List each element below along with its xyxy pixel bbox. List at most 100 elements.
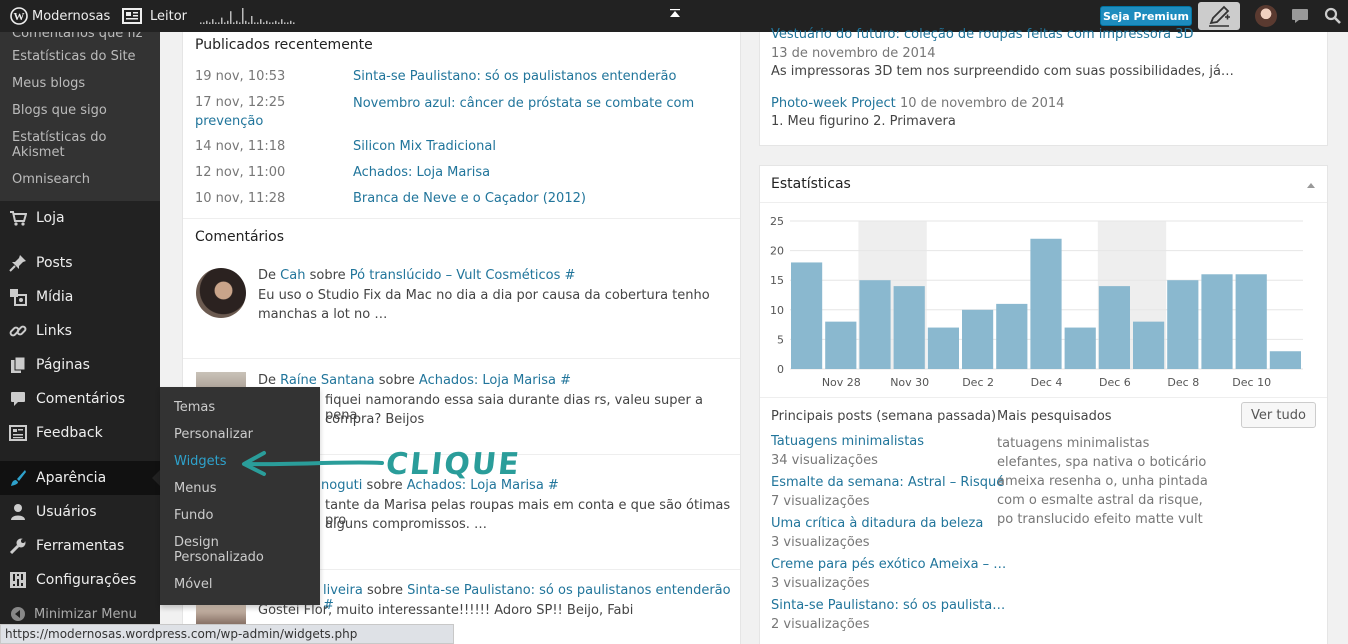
- chart-y-tick-label: 0: [777, 363, 784, 376]
- chart-bar: [1167, 280, 1199, 369]
- user-icon: [11, 504, 25, 520]
- sparkline-bar: [266, 20, 268, 24]
- menu-item-settings[interactable]: Configurações: [0, 563, 160, 597]
- menu-label: Usuários: [36, 504, 97, 520]
- recent-post-date: 12 nov, 11:00: [195, 165, 286, 180]
- collapse-arrow-icon[interactable]: [1306, 181, 1316, 189]
- recent-post-date: 10 nov, 11:28: [195, 191, 286, 206]
- menu-label: Aparência: [36, 470, 107, 486]
- flyout-item-themes[interactable]: Temas: [174, 400, 215, 415]
- post-link[interactable]: Vestuário do futuro: coleção de roupas f…: [771, 27, 1194, 42]
- comment-text: Gostei Flor, muito interessante!!!!!! Ad…: [258, 603, 634, 618]
- flyout-item-mobile[interactable]: Móvel: [174, 577, 212, 592]
- notifications-icon[interactable]: [1291, 8, 1309, 24]
- comments-title: Comentários: [195, 229, 285, 245]
- wrench-icon: [9, 538, 26, 555]
- submenu-item-akismet-stats[interactable]: Estatísticas do Akismet: [12, 130, 122, 160]
- stats-bar-chart[interactable]: 0 5 10 15 20 25 Nov 28 Nov 30 Dec 2 Dec 4 Dec 6 Dec…: [759, 207, 1328, 392]
- menu-label: Comentários: [36, 391, 126, 407]
- menu-label: Configurações: [36, 572, 137, 588]
- menu-item-links[interactable]: Links: [0, 314, 160, 348]
- comment-author-link[interactable]: Cah: [280, 268, 305, 283]
- top-post-views: 34 visualizações: [771, 453, 878, 468]
- submenu-item-followed-blogs[interactable]: Blogs que sigo: [12, 103, 152, 118]
- menu-item-users[interactable]: Usuários: [0, 495, 160, 529]
- recent-post-link[interactable]: Sinta-se Paulistano: só os paulistanos e…: [353, 69, 676, 84]
- menu-item-posts[interactable]: Posts: [0, 246, 160, 280]
- comment-post-link[interactable]: Achados: Loja Marisa #: [419, 373, 571, 388]
- chart-x-tick-label: Dec 4: [1031, 376, 1063, 389]
- search-icon[interactable]: [1324, 7, 1342, 25]
- menu-item-appearance[interactable]: Aparência: [0, 461, 160, 495]
- stats-sparkline[interactable]: [200, 8, 298, 24]
- premium-button[interactable]: Seja Premium: [1100, 6, 1192, 26]
- flyout-item-background[interactable]: Fundo: [174, 508, 213, 523]
- flyout-item-customize[interactable]: Personalizar: [174, 427, 253, 442]
- see-all-button[interactable]: Ver tudo: [1241, 402, 1316, 428]
- recent-post-date: 19 nov, 10:53: [195, 69, 286, 84]
- submenu-item-site-stats[interactable]: Estatísticas do Site: [12, 49, 152, 64]
- sparkline-bar: [224, 22, 226, 24]
- menu-item-feedback[interactable]: Feedback: [0, 416, 160, 450]
- flyout-item-menus[interactable]: Menus: [174, 481, 216, 496]
- sparkline-bar: [218, 22, 220, 24]
- comment-author-link[interactable]: noguti: [321, 478, 362, 493]
- chart-x-tick-label: Dec 8: [1167, 376, 1199, 389]
- brush-icon: [11, 470, 26, 486]
- comment-avatar: [196, 268, 246, 318]
- submenu-item-omnisearch[interactable]: Omnisearch: [12, 172, 152, 187]
- reader-menu[interactable]: Leitor: [122, 0, 187, 32]
- sparkline-bar: [239, 22, 241, 24]
- new-post-button[interactable]: [1198, 2, 1240, 30]
- recent-post-link[interactable]: Achados: Loja Marisa: [353, 165, 490, 180]
- divider: [183, 218, 740, 219]
- recent-post-link[interactable]: Branca de Neve e o Caçador (2012): [353, 191, 586, 206]
- chart-x-tick-label: Dec 10: [1232, 376, 1271, 389]
- comment-on: sobre: [309, 268, 346, 283]
- comment-meta: De Cah sobre Pó translúcido – Vult Cosmé…: [258, 268, 575, 283]
- top-post-link[interactable]: Creme para pés exótico Ameixa – …: [771, 557, 1006, 572]
- site-menu[interactable]: W Modernosas: [10, 0, 110, 32]
- flyout-item-custom-design[interactable]: Design Personalizado: [174, 535, 284, 565]
- jetpack-submenu: Comentários que fiz Estatísticas do Site…: [0, 32, 160, 201]
- sparkline-bar: [248, 22, 250, 24]
- post-link[interactable]: Photo-week Project: [771, 96, 896, 111]
- top-post-link[interactable]: Uma crítica à ditadura da beleza: [771, 516, 983, 531]
- top-post-link[interactable]: Tatuagens minimalistas: [771, 434, 924, 449]
- menu-label: Páginas: [36, 357, 90, 373]
- submenu-item-my-comments[interactable]: Comentários que fiz: [12, 32, 152, 41]
- top-post-link[interactable]: Sinta-se Paulistano: só os paulista…: [771, 598, 1005, 613]
- sparkline-bar: [215, 22, 217, 24]
- menu-item-media[interactable]: Mídia: [0, 280, 160, 314]
- flyout-item-widgets[interactable]: Widgets: [174, 454, 227, 469]
- user-avatar[interactable]: [1255, 5, 1277, 27]
- minimize-menu-button[interactable]: Minimizar Menu: [0, 602, 160, 626]
- sparkline-bar: [221, 17, 223, 24]
- comment-author-link[interactable]: Raíne Santana: [280, 373, 374, 388]
- sparkline-bar: [254, 22, 256, 24]
- comment-post-link[interactable]: Pó translúcido – Vult Cosméticos #: [350, 268, 576, 283]
- recent-post-link[interactable]: Novembro azul: câncer de próstata se com…: [195, 95, 695, 131]
- chart-bar: [927, 327, 959, 369]
- submenu-item-my-blogs[interactable]: Meus blogs: [12, 76, 152, 91]
- sparkline-bar: [251, 16, 253, 24]
- chart-bar: [859, 280, 891, 369]
- divider: [760, 202, 1327, 203]
- sparkline-bar: [203, 22, 205, 24]
- menu-label: Mídia: [36, 289, 74, 305]
- comment-author-link[interactable]: liveira: [323, 583, 363, 598]
- menu-item-loja[interactable]: Loja: [0, 201, 160, 235]
- chart-bar: [825, 321, 857, 369]
- caret-up-icon[interactable]: [669, 9, 681, 19]
- menu-item-tools[interactable]: Ferramentas: [0, 529, 160, 563]
- menu-label: Posts: [36, 255, 73, 271]
- menu-item-comments[interactable]: Comentários: [0, 382, 160, 416]
- status-bar-url: https://modernosas.wordpress.com/wp-admi…: [0, 624, 454, 644]
- recent-post-link[interactable]: Silicon Mix Tradicional: [353, 139, 496, 154]
- top-post-link[interactable]: Esmalte da semana: Astral – Risqué: [771, 475, 1004, 490]
- chart-y-tick-label: 5: [777, 333, 784, 346]
- post-excerpt: 1. Meu figurino 2. Primavera: [771, 114, 956, 129]
- menu-item-pages[interactable]: Páginas: [0, 348, 160, 382]
- comment-text: Eu uso o Studio Fix da Mac no dia a dia …: [258, 288, 710, 303]
- post-date: 13 de novembro de 2014: [771, 46, 936, 61]
